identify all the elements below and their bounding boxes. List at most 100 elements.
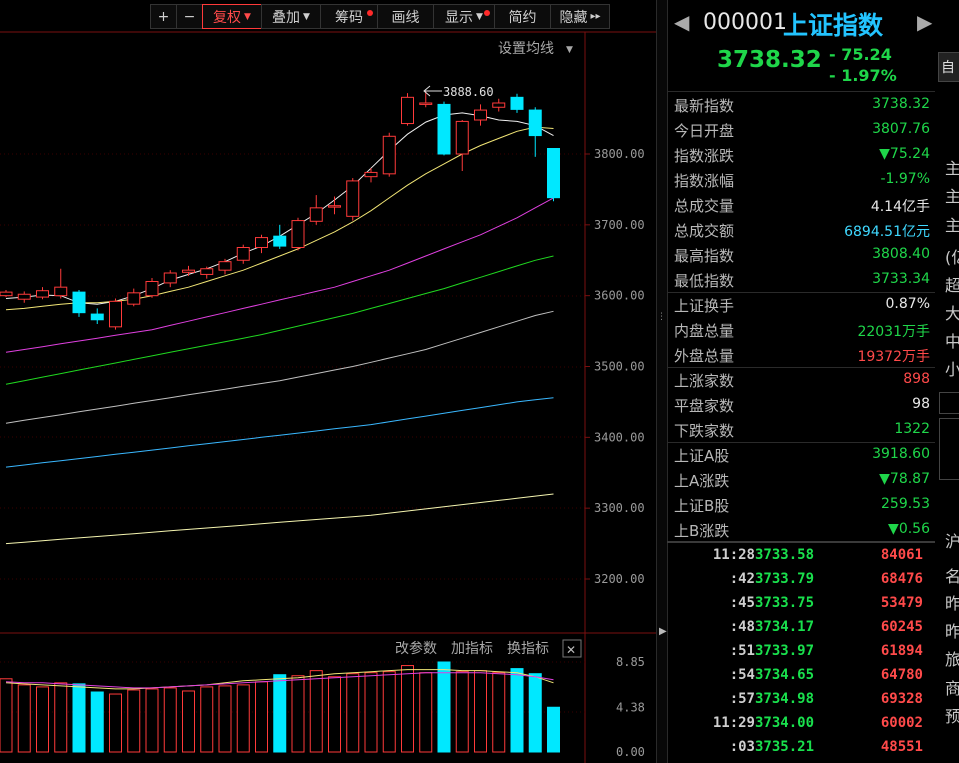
stat-label: 内盘总量 [674, 322, 735, 340]
stat-label: 下跌家数 [674, 422, 735, 440]
candle-body [109, 300, 122, 328]
volume-bar [382, 671, 396, 753]
stat-value: 3808.40 [872, 246, 930, 262]
candle-body [90, 313, 104, 321]
volume-bar [528, 673, 542, 753]
volume-bar [200, 686, 214, 753]
candle-body [17, 293, 31, 300]
add-indicator-button[interactable]: 加指标 [451, 641, 493, 657]
price-change: - 75.24 [829, 45, 892, 64]
volume-bar [455, 671, 469, 753]
stat-value: 3738.32 [872, 96, 930, 112]
stat-value: 6894.51亿元 [844, 224, 930, 240]
side-tab-button[interactable]: 自 [938, 52, 959, 82]
volume-bar [163, 687, 177, 753]
stat-value: 0.87% [885, 296, 930, 312]
candlestick-series [0, 91, 560, 330]
volume-bar [291, 675, 305, 753]
volume-tick-label: 4.38 [616, 700, 645, 714]
candle-body [273, 235, 287, 247]
stat-row: 指数涨跌 ▼75.24 [667, 142, 935, 167]
price-tick-label: 3400.00 [594, 430, 645, 444]
stat-row: 上涨家数 898 [667, 367, 935, 392]
ma250-line [5, 493, 554, 545]
volume-bar [0, 678, 13, 753]
candle-body [255, 237, 268, 248]
volume-bar [273, 674, 287, 753]
stat-label: 上涨家数 [674, 372, 735, 390]
stat-label: 上证B股 [674, 497, 730, 515]
volume-tick-label: 0.00 [616, 745, 645, 759]
stat-label: 最高指数 [674, 247, 735, 265]
collapse-arrow-icon[interactable]: ▶ [659, 626, 667, 637]
moving-average-lines [5, 112, 554, 545]
high-price-marker: 3888.60 [423, 85, 494, 99]
change-params-button[interactable]: 改参数 [395, 640, 437, 657]
stat-value: 3918.60 [872, 446, 930, 462]
stat-row: 上A涨跌 ▼78.87 [667, 467, 935, 492]
stat-value: 1322 [894, 421, 930, 437]
price-tick-label: 3800.00 [594, 147, 645, 161]
stat-row: 总成交额 6894.51亿元 [667, 217, 935, 242]
quote-panel: ◀ 000001 上证指数 ▶ 3738.32 - 75.24 - 1.97% … [667, 0, 935, 763]
stat-row: 上B涨跌 ▼0.56 [667, 517, 935, 542]
kline-chart[interactable]: 设置均线 ▼ 3888.60 3800.00 3700.00 3600.00 3500… [0, 0, 660, 763]
next-stock-icon[interactable]: ▶ [917, 10, 932, 34]
candle-body [182, 269, 195, 273]
candle-body [72, 291, 86, 314]
candle-body [328, 205, 341, 208]
candle-body [455, 120, 469, 155]
stat-value: 898 [903, 371, 930, 387]
stat-label: 今日开盘 [674, 122, 735, 140]
volume-bar [309, 670, 323, 753]
stat-label: 指数涨幅 [674, 172, 735, 190]
ma120-line [5, 397, 554, 468]
stat-label: 平盘家数 [674, 397, 735, 415]
drag-handle-icon: ⋮ [657, 312, 666, 322]
candle-body [0, 291, 13, 297]
candle-body [510, 96, 524, 110]
edge-label: 昨 [945, 594, 959, 613]
volume-bar [218, 685, 232, 753]
candle-body [127, 292, 141, 305]
edge-label: 主 [945, 159, 959, 178]
stat-value: 3733.34 [872, 271, 930, 287]
prev-stock-icon[interactable]: ◀ [674, 10, 689, 34]
volume-bar [54, 682, 68, 753]
stat-label: 上B涨跌 [674, 522, 730, 540]
switch-indicator-button[interactable]: 换指标 [507, 640, 549, 657]
volume-bar [364, 672, 378, 753]
stat-label: 上A涨跌 [674, 472, 730, 490]
volume-bar [145, 688, 159, 753]
candle-body [437, 103, 451, 155]
edge-label: (亿 [945, 248, 959, 267]
stat-row: 最新指数 3738.32 [667, 92, 935, 117]
volume-bar [109, 693, 122, 753]
ma-setting-button[interactable]: 设置均线 [498, 41, 554, 57]
tick-row: :03 3735.21 48551 [729, 739, 923, 755]
volume-bar [255, 681, 268, 753]
price-change-pct: - 1.97% [829, 66, 897, 85]
candle-body [54, 286, 68, 297]
volume-bar [328, 676, 341, 753]
price-tick-label: 3300.00 [594, 501, 645, 515]
candle-body [401, 96, 414, 125]
volume-bar [437, 661, 451, 753]
stat-row: 今日开盘 3807.76 [667, 117, 935, 142]
stat-value: 4.14亿手 [870, 199, 930, 215]
stat-value: 19372万手 [857, 349, 930, 365]
side-panel-edge: 自 主主主(亿超大中小沪名昨昨旅商预 [935, 0, 959, 763]
high-price-label: 3888.60 [443, 85, 494, 99]
candle-body [492, 102, 506, 108]
stat-row: 上证A股 3918.60 [667, 442, 935, 467]
candle-body [200, 268, 214, 275]
edge-label: 商 [945, 679, 959, 698]
stat-label: 外盘总量 [674, 347, 735, 365]
volume-bar [236, 684, 250, 753]
stat-row: 外盘总量 19372万手 [667, 342, 935, 367]
stat-label: 上证换手 [674, 297, 735, 315]
stat-value: ▼0.56 [888, 521, 930, 537]
tick-row: :51 3733.97 61894 [729, 643, 923, 659]
close-icon: ✕ [566, 643, 576, 657]
candle-body [291, 220, 305, 248]
